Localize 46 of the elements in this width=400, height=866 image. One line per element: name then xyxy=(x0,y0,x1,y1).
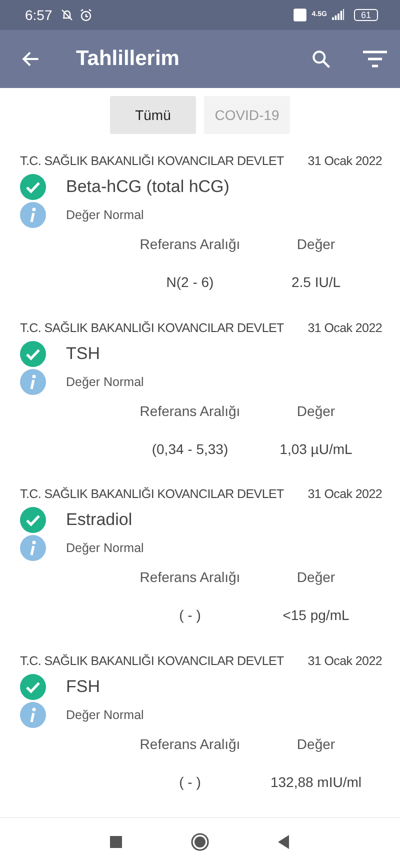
result-status: Değer Normal xyxy=(66,374,144,389)
institution-name: T.C. SAĞLIK BAKANLIĞI KOVANCILAR DEVLET xyxy=(20,320,284,335)
filter-icon[interactable] xyxy=(362,48,388,70)
result-status: Değer Normal xyxy=(66,541,144,556)
institution-name: T.C. SAĞLIK BAKANLIĞI KOVANCILAR DEVLET xyxy=(20,654,284,668)
column-header: Değer xyxy=(296,736,336,752)
signal-icon xyxy=(332,9,345,20)
result-value: 2.5 IU/L xyxy=(291,274,341,290)
result-date: 31 Ocak 2022 xyxy=(308,487,382,502)
result-value: 1,03 µU/mL xyxy=(280,440,352,457)
result-value: <15 pg/mL xyxy=(282,607,350,624)
test-name: Beta-hCG (total hCG) xyxy=(66,176,230,197)
test-name: Estradiol xyxy=(66,510,132,530)
alarm-clock-icon xyxy=(79,8,94,22)
test-name: TSH xyxy=(66,344,100,364)
battery-indicator: 61 xyxy=(354,8,378,21)
home-icon[interactable] xyxy=(190,832,210,852)
info-icon xyxy=(20,202,46,228)
institution-name: T.C. SAĞLIK BAKANLIĞI KOVANCILAR DEVLET xyxy=(20,154,284,168)
info-icon xyxy=(20,368,46,395)
result-status: Değer Normal xyxy=(66,208,144,222)
info-icon xyxy=(20,702,46,728)
reference-range: (0,34 - 5,33) xyxy=(152,440,228,457)
result-date: 31 Ocak 2022 xyxy=(308,654,382,668)
column-header: Referans Aralığı xyxy=(140,236,240,252)
muted-bell-icon xyxy=(60,8,74,22)
info-icon xyxy=(20,535,46,562)
column-header: Referans Aralığı xyxy=(140,402,240,419)
search-icon[interactable] xyxy=(310,48,332,70)
screen-title: Tahlillerim xyxy=(76,46,180,71)
reference-range: ( - ) xyxy=(179,607,201,624)
clock: 6:57 xyxy=(25,6,52,23)
institution-name: T.C. SAĞLIK BAKANLIĞI KOVANCILAR DEVLET xyxy=(20,487,284,502)
result-date: 31 Ocak 2022 xyxy=(308,320,382,335)
reference-range: ( - ) xyxy=(179,774,201,790)
reference-range: N(2 - 6) xyxy=(166,274,214,290)
column-header: Değer xyxy=(296,402,336,419)
filter-tab[interactable]: Tümü xyxy=(110,96,196,134)
column-header: Değer xyxy=(296,569,336,586)
test-name: FSH xyxy=(66,677,100,698)
column-header: Referans Aralığı xyxy=(140,569,240,586)
result-status: Değer Normal xyxy=(66,708,144,722)
result-date: 31 Ocak 2022 xyxy=(308,154,382,168)
column-header: Referans Aralığı xyxy=(140,736,240,752)
column-header: Değer xyxy=(296,236,336,252)
result-value: 132,88 mIU/ml xyxy=(270,774,362,790)
